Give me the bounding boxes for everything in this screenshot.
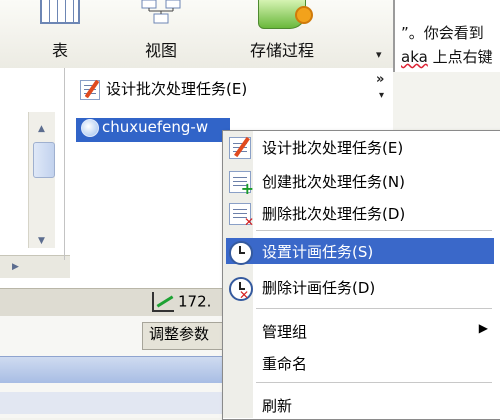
schedule-icon — [229, 241, 253, 265]
menu-item-label: 刷新 — [262, 397, 293, 415]
menu-item-label: 设置计画任务(S) — [262, 243, 374, 261]
scroll-thumb[interactable] — [33, 142, 55, 178]
menu-item-label: 删除批次处理任务(D) — [262, 205, 406, 223]
menu-separator — [256, 308, 492, 309]
menu-item-rename[interactable]: 重命名 — [226, 350, 494, 376]
toolbar-more-dropdown[interactable]: ▾ — [376, 48, 382, 61]
view-button[interactable]: 视图 — [133, 0, 189, 66]
lower-header-strip — [0, 356, 240, 383]
table-icon — [40, 0, 80, 24]
menu-item-label: 创建批次处理任务(N) — [262, 173, 405, 191]
lower-row-strip — [0, 392, 240, 414]
design-task-icon — [80, 79, 100, 100]
document-line-2-rest: 上点右键 — [427, 48, 493, 66]
menu-item-label: 管理组 — [262, 323, 308, 341]
connection-status: 172. — [152, 292, 211, 312]
table-label: 表 — [51, 41, 68, 60]
menu-item-manage-group[interactable]: 管理组 ▶ — [226, 318, 494, 344]
overflow-chevron[interactable]: » — [376, 72, 384, 87]
create-task-icon — [229, 171, 254, 198]
view-label: 视图 — [144, 41, 177, 60]
stored-procedure-icon — [258, 0, 313, 29]
document-fragment: ”。你会看到 aka 上点右键 — [393, 0, 500, 72]
selected-node-label: chuxuefeng-w — [102, 118, 209, 136]
table-button[interactable]: 表 — [40, 0, 80, 66]
menu-separator — [256, 230, 492, 231]
delete-task-icon — [229, 203, 254, 229]
menu-item-refresh[interactable]: 刷新 — [226, 392, 494, 418]
delete-schedule-icon — [229, 277, 253, 301]
design-task-row[interactable]: 设计批次处理任务(E) — [80, 78, 247, 100]
menu-item-delete-schedule[interactable]: 删除计画任务(D) — [226, 274, 494, 301]
stored-procedure-label: 存储过程 — [249, 41, 314, 60]
menu-item-label: 重命名 — [262, 355, 308, 373]
scroll-up-arrow[interactable]: ▲ — [38, 124, 45, 134]
scroll-down-arrow[interactable]: ▼ — [38, 236, 45, 246]
view-icon — [141, 0, 181, 24]
menu-item-label: 设计批次处理任务(E) — [262, 139, 404, 157]
tree-more-dropdown[interactable]: ▾ — [379, 90, 384, 101]
connection-chart-icon — [152, 292, 174, 312]
menu-item-design-task[interactable]: 设计批次处理任务(E) — [226, 134, 494, 160]
menu-item-create-task[interactable]: 创建批次处理任务(N) — [226, 168, 494, 198]
horizontal-scrollbar[interactable] — [0, 255, 70, 278]
stored-procedure-button[interactable]: 存储过程 — [236, 0, 328, 66]
menu-item-set-schedule[interactable]: 设置计画任务(S) — [226, 238, 494, 265]
design-task-icon — [229, 137, 251, 159]
selected-tree-node[interactable]: chuxuefeng-w — [76, 118, 230, 142]
document-misspelled-word: aka — [401, 48, 428, 66]
scroll-right-arrow[interactable]: ▶ — [12, 262, 19, 272]
menu-item-delete-task[interactable]: 删除批次处理任务(D) — [226, 200, 494, 229]
task-node-icon — [81, 118, 99, 137]
connection-ip: 172. — [178, 292, 212, 311]
menu-separator — [256, 382, 492, 383]
document-line-1: ”。你会看到 — [401, 24, 484, 42]
submenu-arrow-icon: ▶ — [478, 321, 488, 335]
menu-item-label: 删除计画任务(D) — [262, 279, 376, 297]
document-line-2: aka 上点右键 — [401, 46, 493, 67]
pane-divider[interactable] — [64, 68, 66, 260]
design-task-label: 设计批次处理任务(E) — [106, 80, 248, 98]
